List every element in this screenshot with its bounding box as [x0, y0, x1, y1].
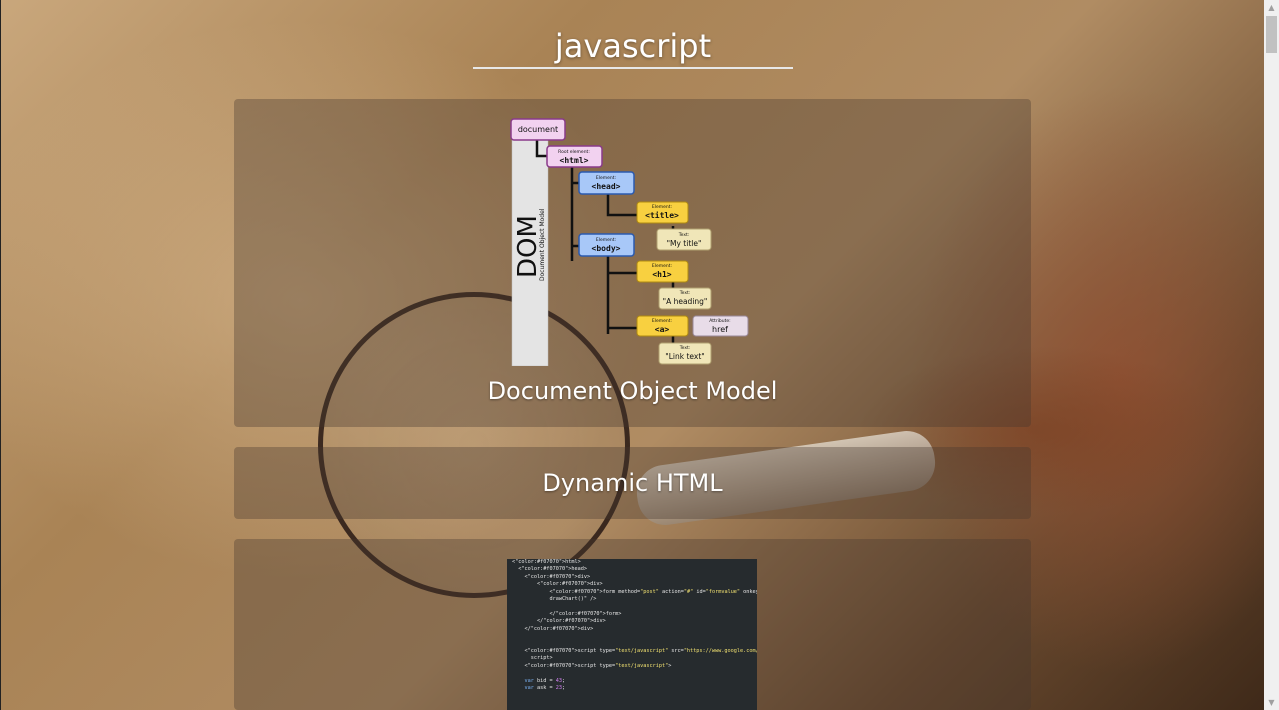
- dom-tree-diagram: DOM Document Object Model document Root …: [510, 118, 749, 366]
- node-attr: href: [712, 325, 728, 334]
- node-document: document: [518, 125, 558, 134]
- svg-text:Element:: Element:: [652, 263, 672, 269]
- node-html: <html>: [560, 156, 589, 165]
- code-line: </"color:#f07070">div>: [512, 625, 594, 632]
- page-title: javascript: [554, 27, 712, 65]
- vertical-scrollbar[interactable]: ▲ ▼: [1264, 0, 1279, 710]
- code-line: <"color:#f07070">script type="text/javas…: [512, 662, 672, 669]
- svg-text:Text:: Text:: [679, 345, 691, 351]
- node-a-text: "Link text": [665, 352, 704, 361]
- svg-text:Element:: Element:: [652, 204, 672, 210]
- node-head: <head>: [592, 182, 621, 191]
- left-border: [0, 0, 1, 710]
- node-a: <a>: [655, 325, 670, 334]
- card-dynamic-html[interactable]: Dynamic HTML: [234, 447, 1031, 519]
- code-line: </"color:#f07070">form>: [512, 610, 622, 617]
- svg-text:Element:: Element:: [596, 175, 616, 181]
- code-line: var bid = 43;: [524, 677, 566, 684]
- scroll-down-icon[interactable]: ▼: [1264, 695, 1279, 710]
- page-header: javascript: [473, 24, 793, 69]
- code-line: <"color:#f07070">div>: [512, 581, 603, 588]
- code-line: drawChart()" />: [512, 596, 597, 603]
- code-line: script>: [512, 655, 553, 662]
- svg-text:Root element:: Root element:: [558, 149, 590, 155]
- code-line: <"color:#f07070">div>: [512, 573, 591, 580]
- svg-text:Element:: Element:: [652, 318, 672, 324]
- card-document-object-model[interactable]: DOM Document Object Model document Root …: [234, 99, 1031, 427]
- svg-text:Text:: Text:: [679, 290, 691, 296]
- dom-sublabel: Document Object Model: [539, 208, 546, 281]
- node-body: <body>: [592, 244, 621, 253]
- code-line: <"color:#f07070">form method="post" acti…: [512, 588, 757, 595]
- node-h1-text: "A heading": [663, 297, 708, 306]
- svg-text:Text:: Text:: [678, 232, 690, 238]
- svg-text:Attribute:: Attribute:: [709, 318, 730, 324]
- code-line: <"color:#f07070">script type="text/javas…: [512, 647, 757, 654]
- code-screenshot: <"color:#f07070">html> <"color:#f07070">…: [507, 559, 757, 710]
- code-line: <"color:#f07070">html>: [512, 559, 581, 565]
- page: javascript DOM Document Object Model doc…: [0, 0, 1279, 710]
- node-h1: <h1>: [652, 270, 671, 279]
- card-title-document-object-model[interactable]: Document Object Model: [234, 377, 1031, 405]
- card-code-sample[interactable]: <"color:#f07070">html> <"color:#f07070">…: [234, 539, 1031, 710]
- node-title-text: "My title": [667, 239, 702, 248]
- card-title-dynamic-html[interactable]: Dynamic HTML: [234, 469, 1031, 497]
- svg-text:Element:: Element:: [596, 237, 616, 243]
- node-title: <title>: [645, 210, 679, 220]
- code-line: <"color:#f07070">head>: [512, 566, 587, 573]
- scroll-up-icon[interactable]: ▲: [1264, 0, 1279, 15]
- code-line: var ask = 23;: [524, 684, 566, 691]
- code-line: </"color:#f07070">div>: [512, 618, 606, 625]
- scroll-thumb[interactable]: [1266, 16, 1277, 53]
